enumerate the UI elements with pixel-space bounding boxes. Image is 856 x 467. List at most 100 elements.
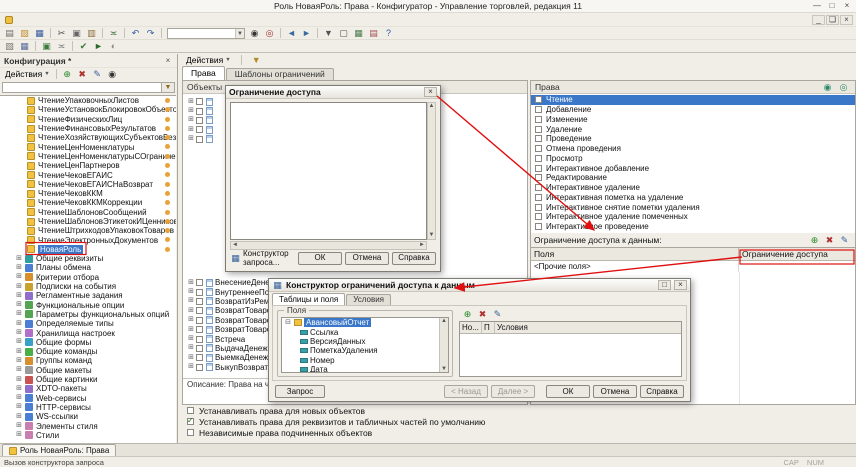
fields-tree-item[interactable]: ПометкаУдаления — [282, 346, 439, 355]
fields-tree-item[interactable]: Номер — [282, 356, 439, 365]
right-row[interactable]: Добавление — [531, 105, 855, 115]
object-checkbox[interactable] — [196, 354, 203, 361]
find-icon[interactable]: ◉ — [247, 27, 262, 39]
find-options-icon[interactable]: ◎ — [262, 27, 277, 39]
right-row[interactable]: Чтение — [531, 95, 855, 105]
tree-item-role[interactable]: ЧтениеЧековККМКоррекции — [0, 198, 176, 207]
copy-icon[interactable]: ▣ — [69, 27, 84, 39]
object-checkbox[interactable] — [196, 345, 203, 352]
window-tab[interactable]: Роль НоваяРоль: Права — [2, 444, 116, 456]
right-checkbox[interactable] — [535, 204, 542, 211]
mdi-minimize-button[interactable]: _ — [812, 15, 825, 25]
minimize-button[interactable]: — — [810, 1, 824, 11]
tree-item-section[interactable]: ⊞Общие команды — [0, 347, 176, 356]
tree-item-role[interactable]: ЧтениеЧековЕГАИС — [0, 170, 176, 179]
right-checkbox[interactable] — [535, 174, 542, 181]
right-checkbox[interactable] — [535, 194, 542, 201]
constructor-help-button[interactable]: Справка — [640, 385, 684, 398]
object-checkbox[interactable] — [196, 289, 203, 296]
close-button[interactable]: × — [840, 1, 854, 11]
right-row[interactable]: Интерактивное удаление помеченных — [531, 212, 855, 222]
save-config-icon[interactable]: ▦ — [17, 40, 32, 52]
edit-icon[interactable]: ✎ — [90, 68, 105, 80]
right-checkbox[interactable] — [535, 155, 542, 162]
query-button[interactable]: Запрос — [275, 385, 325, 398]
help-icon[interactable]: ? — [381, 27, 396, 39]
fields-tree-item[interactable]: Ссылка — [282, 327, 439, 336]
expand-icon[interactable]: ⊞ — [15, 366, 23, 374]
add-icon[interactable]: ⊕ — [807, 234, 822, 246]
tree-item-role[interactable]: ЧтениеШаблоновСообщений — [0, 208, 176, 217]
tree-item-section[interactable]: ⊞Общие макеты — [0, 366, 176, 375]
conditions-col-condition[interactable]: Условия — [495, 322, 681, 333]
scroll-right-icon[interactable]: ► — [419, 242, 425, 249]
expand-icon[interactable]: ⊞ — [15, 394, 23, 402]
calc-icon[interactable]: ▦ — [351, 27, 366, 39]
expand-icon[interactable]: ⊞ — [187, 354, 195, 362]
syntax-check-icon[interactable]: ✔ — [76, 40, 91, 52]
expand-icon[interactable]: ⊞ — [187, 126, 195, 134]
query-constructor-button[interactable]: ▦ Конструктор запроса... — [230, 249, 292, 267]
open-config-icon[interactable]: ▧ — [2, 40, 17, 52]
tree-item-role[interactable]: ЧтениеУстановокБлокировокОбъектов — [0, 105, 176, 114]
redo-icon[interactable]: ↷ — [143, 27, 158, 39]
debug-icon[interactable]: ► — [91, 40, 106, 52]
tree-item-section[interactable]: ⊞Функциональные опции — [0, 301, 176, 310]
tree-item-role[interactable]: ЧтениеФинансовыхРезультатов — [0, 124, 176, 133]
tree-item-role[interactable]: ЧтениеЦенПартнеров — [0, 161, 176, 170]
expand-icon[interactable]: ⊞ — [187, 307, 195, 315]
tree-search-input[interactable] — [2, 82, 162, 93]
combo-dropdown-icon[interactable]: ▼ — [235, 29, 244, 38]
expand-icon[interactable]: ⊞ — [187, 335, 195, 343]
tree-item-section[interactable]: ⊞Элементы стиля — [0, 421, 176, 430]
tab-active[interactable]: Права — [182, 66, 225, 80]
expand-icon[interactable]: ⊞ — [187, 297, 195, 305]
object-checkbox[interactable] — [196, 279, 203, 286]
tree-item-section[interactable]: ⊞Подписки на события — [0, 282, 176, 291]
restriction-row[interactable]: <Прочие поля> — [531, 261, 855, 272]
help-button[interactable]: Справка — [392, 252, 436, 265]
tab-inactive[interactable]: Шаблоны ограничений — [226, 68, 334, 80]
object-checkbox[interactable] — [196, 326, 203, 333]
conditions-col-number[interactable]: Но... — [460, 322, 482, 333]
forward-icon[interactable]: ► — [299, 27, 314, 39]
right-checkbox[interactable] — [535, 96, 542, 103]
restriction-dialog-close-button[interactable]: × — [424, 87, 437, 97]
expand-icon[interactable]: ⊞ — [15, 264, 23, 272]
expand-icon[interactable]: ⊞ — [15, 310, 23, 318]
object-checkbox[interactable] — [196, 307, 203, 314]
conditions-col-p[interactable]: П — [482, 322, 495, 333]
object-checkbox[interactable] — [196, 317, 203, 324]
expand-icon[interactable]: ⊞ — [15, 422, 23, 430]
expand-icon[interactable]: ⊞ — [187, 288, 195, 296]
fields-tree-item[interactable]: ВерсияДанных — [282, 337, 439, 346]
object-checkbox[interactable] — [196, 336, 203, 343]
search-filter-icon[interactable]: ▼ — [162, 82, 175, 93]
delete-icon[interactable]: ✖ — [475, 308, 490, 320]
right-checkbox[interactable] — [535, 213, 542, 220]
object-checkbox[interactable] — [196, 117, 203, 124]
expand-icon[interactable]: ⊞ — [187, 363, 195, 371]
db-compare-icon[interactable]: ≍ — [54, 40, 69, 52]
expand-icon[interactable]: ⊞ — [187, 98, 195, 106]
find-icon[interactable]: ◉ — [105, 68, 120, 80]
tree-item-role[interactable]: НоваяРоль — [0, 245, 176, 254]
filter-icon[interactable]: ▼ — [249, 54, 264, 66]
tree-item-section[interactable]: ⊞Определяемые типы — [0, 319, 176, 328]
set-all-icon[interactable]: ◉ — [820, 81, 835, 93]
right-checkbox[interactable] — [535, 106, 542, 113]
delete-icon[interactable]: ✖ — [822, 234, 837, 246]
right-row[interactable]: Редактирование — [531, 173, 855, 183]
right-checkbox[interactable] — [535, 135, 542, 142]
next-button[interactable]: Далее > — [491, 385, 535, 398]
right-checkbox[interactable] — [535, 145, 542, 152]
restriction-row-fields[interactable]: <Прочие поля> — [531, 261, 739, 272]
constructor-ok-button[interactable]: ОК — [546, 385, 590, 398]
history-icon[interactable]: ▼ — [321, 27, 336, 39]
cut-icon[interactable]: ✂ — [54, 27, 69, 39]
tree-item-section[interactable]: ⊞Регламентные задания — [0, 291, 176, 300]
scroll-down-icon[interactable]: ▼ — [441, 366, 447, 372]
object-checkbox[interactable] — [196, 126, 203, 133]
right-row[interactable]: Интерактивная пометка на удаление — [531, 193, 855, 203]
fields-tree-item[interactable]: Дата — [282, 365, 439, 372]
